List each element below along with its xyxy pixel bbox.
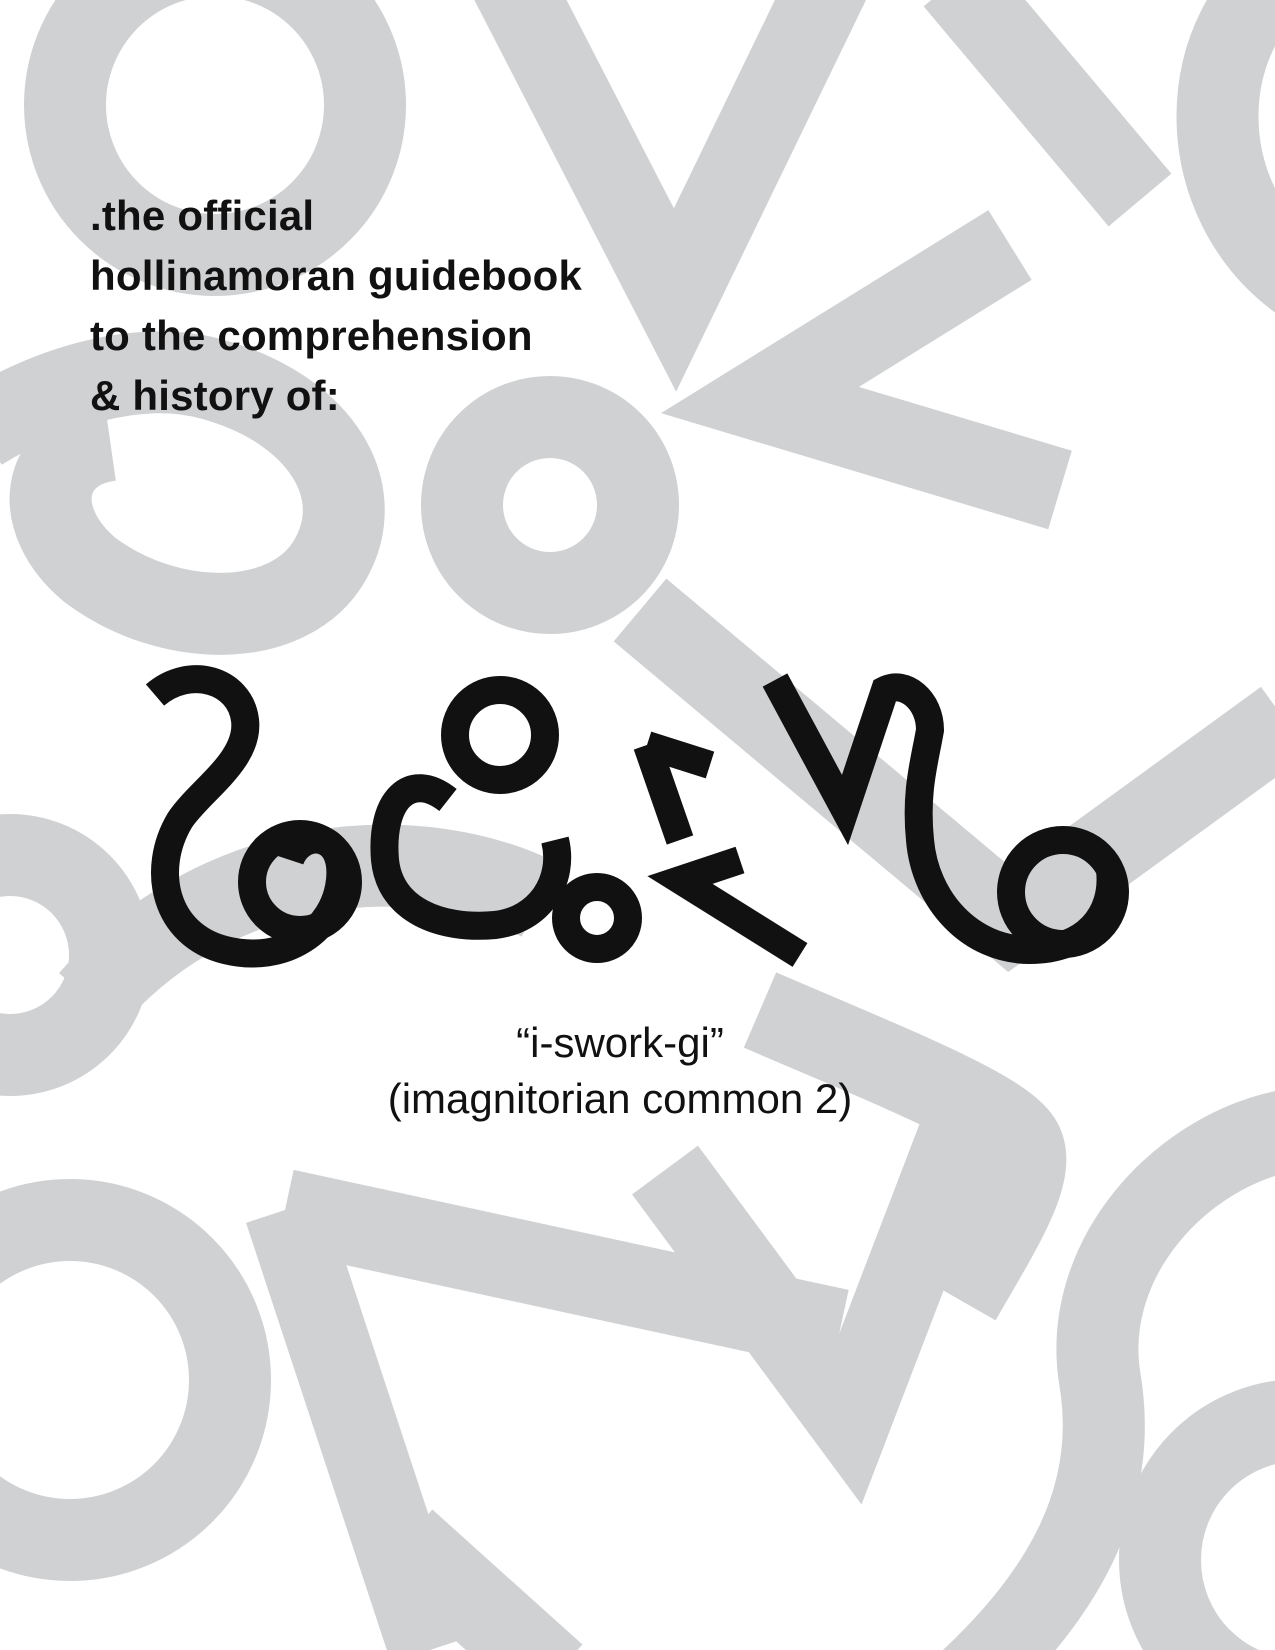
script-glyph-5	[762, 673, 1125, 965]
pronunciation-text: “i-swork-gi”	[516, 1019, 724, 1066]
script-glyph-3	[633, 731, 715, 845]
cover-page: .the official hollinamoran guidebook to …	[0, 0, 1275, 1650]
language-name-text: (imagnitorian common 2)	[387, 1075, 853, 1122]
script-glyph-4	[647, 846, 808, 967]
script-glyph-dot	[552, 873, 642, 963]
constructed-script-title	[145, 665, 1129, 968]
script-glyph-2	[370, 774, 572, 940]
subtitle-block: “i-swork-gi” (imagnitorian common 2)	[300, 1015, 940, 1127]
script-glyph-2-top-loop	[441, 676, 559, 794]
